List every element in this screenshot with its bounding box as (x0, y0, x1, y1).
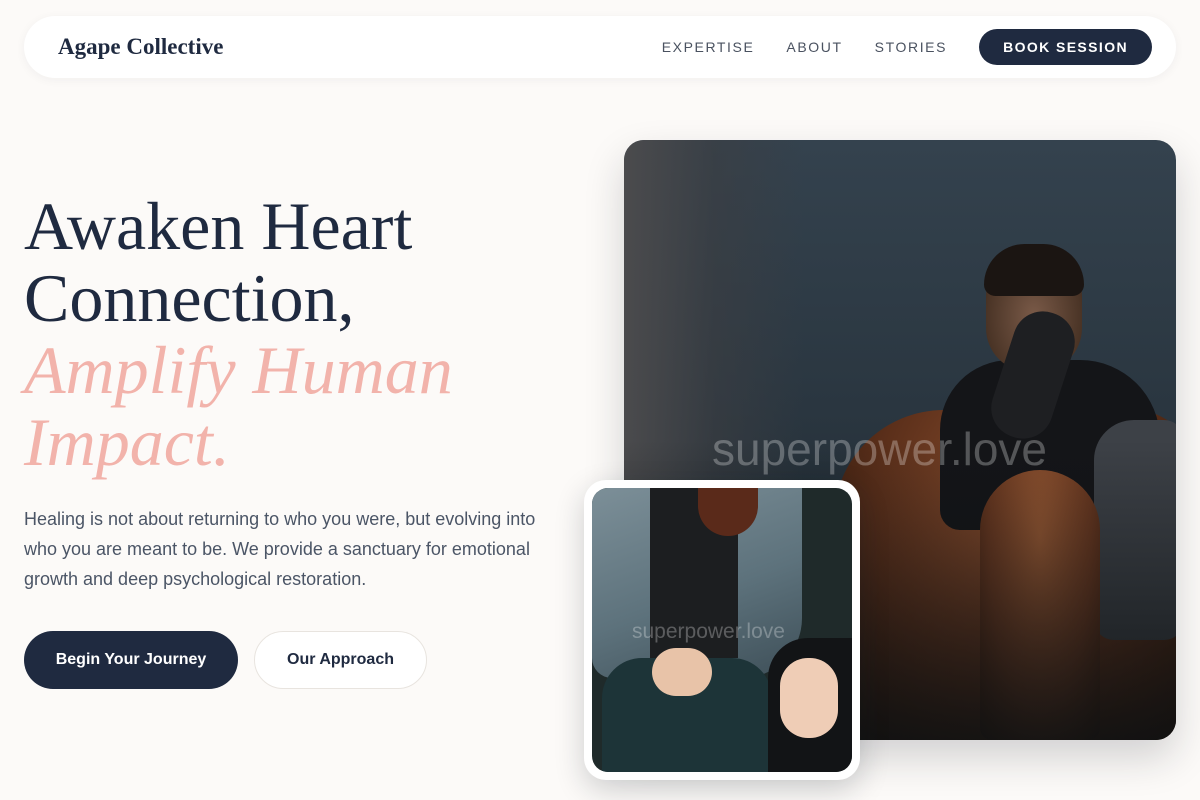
hero-title-line-1: Awaken Heart (24, 188, 413, 264)
nav-link-expertise[interactable]: EXPERTISE (662, 39, 755, 55)
hero-title: Awaken Heart Connection, Amplify Human I… (24, 190, 584, 478)
begin-journey-button[interactable]: Begin Your Journey (24, 631, 238, 689)
inset-photo-watermark: superpower.love (632, 620, 785, 643)
hero-inset-photo: superpower.love (592, 488, 852, 772)
photo-person-hair (984, 244, 1084, 296)
our-approach-button[interactable]: Our Approach (254, 631, 427, 689)
book-session-button[interactable]: BOOK SESSION (979, 29, 1152, 65)
top-navigation: Agape Collective EXPERTISE ABOUT STORIES… (24, 16, 1176, 78)
hero-accent-line-1: Amplify Human (24, 332, 453, 408)
hero-title-line-2: Connection, (24, 260, 355, 336)
hero-inset-photo-frame: superpower.love (584, 480, 860, 780)
brand-logo[interactable]: Agape Collective (58, 34, 223, 60)
nav-links: EXPERTISE ABOUT STORIES BOOK SESSION (662, 29, 1152, 65)
hero-description: Healing is not about returning to who yo… (24, 509, 536, 589)
photo-second-person-hands (780, 658, 838, 738)
nav-link-about[interactable]: ABOUT (786, 39, 842, 55)
hero-accent-line-2: Impact. (24, 404, 230, 480)
main-photo-watermark: superpower.love (712, 423, 1047, 475)
photo-clasped-hands (652, 648, 712, 696)
nav-link-stories[interactable]: STORIES (875, 39, 947, 55)
